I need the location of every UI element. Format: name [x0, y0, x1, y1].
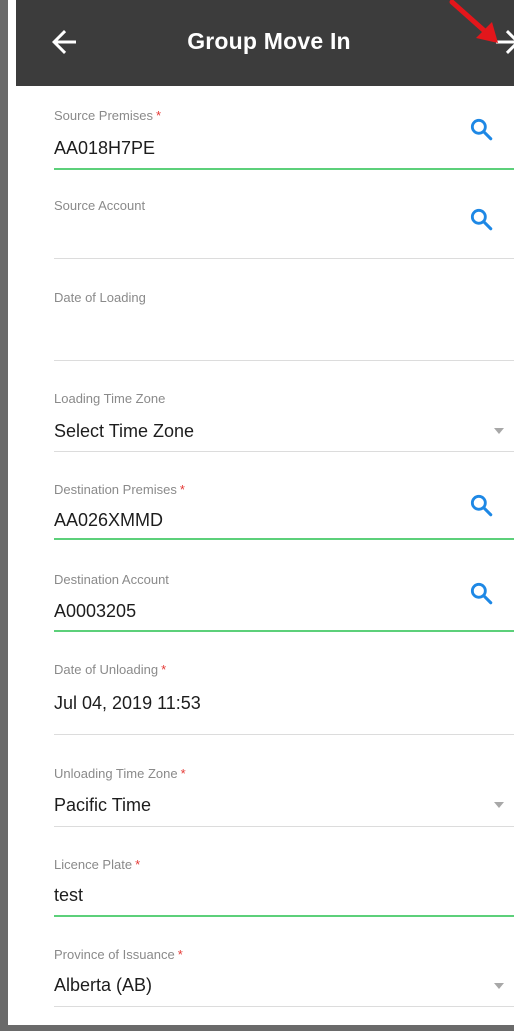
search-icon[interactable] — [468, 206, 494, 232]
page-title: Group Move In — [187, 28, 351, 54]
licence-plate-field[interactable]: Licence Plate * test — [54, 827, 514, 917]
source-premises-value[interactable]: AA018H7PE — [54, 138, 155, 159]
licence-plate-label: Licence Plate * — [54, 857, 141, 872]
search-icon[interactable] — [468, 492, 494, 518]
source-account-field[interactable]: Source Account — [54, 170, 514, 259]
destination-account-field[interactable]: Destination Account A0003205 — [54, 540, 514, 632]
red-pointer-arrow-icon — [449, 0, 498, 43]
destination-account-value[interactable]: A0003205 — [54, 601, 136, 622]
destination-premises-value[interactable]: AA026XMMD — [54, 510, 163, 531]
date-of-loading-field[interactable]: Date of Loading — [54, 259, 514, 361]
loading-time-zone-select[interactable]: Loading Time Zone Select Time Zone — [54, 361, 514, 452]
unloading-time-zone-label: Unloading Time Zone * — [54, 766, 186, 781]
date-of-unloading-label: Date of Unloading * — [54, 662, 167, 677]
unloading-time-zone-value[interactable]: Pacific Time — [54, 795, 151, 816]
destination-premises-field[interactable]: Destination Premises * AA026XMMD — [54, 452, 514, 540]
province-of-issuance-value[interactable]: Alberta (AB) — [54, 975, 152, 996]
unloading-time-zone-select[interactable]: Unloading Time Zone * Pacific Time — [54, 735, 514, 827]
loading-time-zone-label: Loading Time Zone — [54, 391, 166, 406]
loading-time-zone-value[interactable]: Select Time Zone — [54, 421, 194, 442]
dropdown-caret-icon[interactable] — [494, 802, 504, 808]
search-icon[interactable] — [468, 116, 494, 142]
source-account-label: Source Account — [54, 198, 146, 213]
source-premises-label: Source Premises * — [54, 108, 162, 123]
source-premises-field[interactable]: Source Premises * AA018H7PE — [54, 86, 514, 170]
dropdown-caret-icon[interactable] — [494, 428, 504, 434]
search-icon[interactable] — [468, 580, 494, 606]
date-of-unloading-value[interactable]: Jul 04, 2019 11:53 — [54, 693, 201, 714]
province-of-issuance-label: Province of Issuance * — [54, 947, 183, 962]
date-of-loading-label: Date of Loading — [54, 290, 146, 305]
destination-account-label: Destination Account — [54, 572, 169, 587]
licence-plate-value[interactable]: test — [54, 885, 83, 906]
screen-frame: Group Move In Source Premises * AA018H7PE… — [0, 0, 514, 1031]
province-of-issuance-select[interactable]: Province of Issuance * Alberta (AB) — [54, 917, 514, 1007]
destination-premises-label: Destination Premises * — [54, 482, 185, 497]
dropdown-caret-icon[interactable] — [494, 983, 504, 989]
date-of-unloading-field[interactable]: Date of Unloading * Jul 04, 2019 11:53 — [54, 632, 514, 735]
app-bar: Group Move In — [16, 0, 514, 86]
